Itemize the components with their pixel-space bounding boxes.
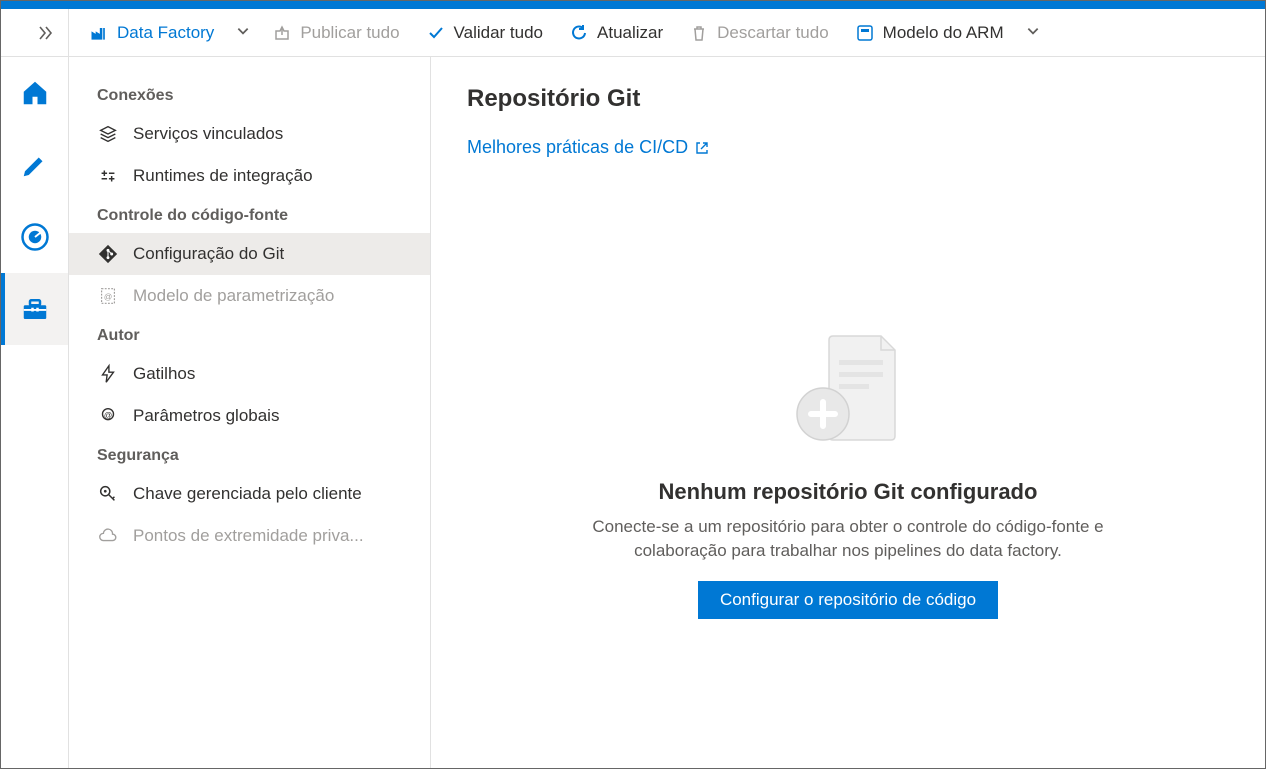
section-author: Autor <box>69 317 430 353</box>
configure-repo-button[interactable]: Configurar o repositório de código <box>698 581 998 619</box>
rail-home[interactable] <box>1 57 68 129</box>
nav-integration-runtimes[interactable]: Runtimes de integração <box>69 155 430 197</box>
arm-template-caret[interactable] <box>1020 18 1046 47</box>
link-text: Melhores práticas de CI/CD <box>467 137 688 158</box>
nav-label: Runtimes de integração <box>133 166 313 186</box>
nav-triggers[interactable]: Gatilhos <box>69 353 430 395</box>
refresh-button[interactable]: Atualizar <box>559 17 673 49</box>
publish-icon <box>272 23 292 43</box>
toolbar: Data Factory Publicar tudo Validar tudo … <box>69 9 1265 57</box>
nav-cmk[interactable]: Chave gerenciada pelo cliente <box>69 473 430 515</box>
global-params-icon: @ <box>97 405 119 427</box>
rail-author[interactable] <box>1 129 68 201</box>
chevron-down-icon <box>1026 24 1040 38</box>
section-source-control: Controle do código-fonte <box>69 197 430 233</box>
linked-services-icon <box>97 123 119 145</box>
nav-label: Gatilhos <box>133 364 195 384</box>
factory-icon <box>89 23 109 43</box>
cloud-icon <box>97 525 119 547</box>
content-main: Repositório Git Melhores práticas de CI/… <box>431 57 1265 768</box>
toolbox-icon <box>20 294 50 324</box>
chevron-double-right-icon <box>38 25 54 41</box>
check-icon <box>426 23 446 43</box>
arm-template-button[interactable]: Modelo do ARM <box>845 17 1014 49</box>
data-factory-caret[interactable] <box>230 18 256 47</box>
expand-rail-button[interactable] <box>1 9 68 57</box>
empty-state: Nenhum repositório Git configurado Conec… <box>467 318 1229 619</box>
side-panel: Conexões Serviços vinculados Runtimes de… <box>69 57 431 768</box>
arm-template-label: Modelo do ARM <box>883 23 1004 43</box>
nav-label: Pontos de extremidade priva... <box>133 526 364 546</box>
refresh-label: Atualizar <box>597 23 663 43</box>
arm-icon <box>855 23 875 43</box>
nav-private-endpoints: Pontos de extremidade priva... <box>69 515 430 557</box>
nav-global-params[interactable]: @ Parâmetros globais <box>69 395 430 437</box>
publish-all-button: Publicar tudo <box>262 17 409 49</box>
empty-state-icon <box>773 318 923 461</box>
key-icon <box>97 483 119 505</box>
svg-text:@: @ <box>104 293 112 302</box>
chevron-down-icon <box>236 24 250 38</box>
rail-monitor[interactable] <box>1 201 68 273</box>
git-icon <box>97 243 119 265</box>
rail-manage[interactable] <box>1 273 68 345</box>
discard-all-label: Descartar tudo <box>717 23 829 43</box>
validate-all-button[interactable]: Validar tudo <box>416 17 553 49</box>
svg-text:@: @ <box>104 411 112 420</box>
pencil-icon <box>20 150 50 180</box>
home-icon <box>20 78 50 108</box>
nav-git-config[interactable]: Configuração do Git <box>69 233 430 275</box>
integration-runtime-icon <box>97 165 119 187</box>
nav-linked-services[interactable]: Serviços vinculados <box>69 113 430 155</box>
nav-label: Parâmetros globais <box>133 406 279 426</box>
left-rail <box>1 9 69 768</box>
empty-state-title: Nenhum repositório Git configurado <box>659 479 1038 505</box>
nav-label: Configuração do Git <box>133 244 284 264</box>
nav-param-template: @ Modelo de parametrização <box>69 275 430 317</box>
discard-all-button: Descartar tudo <box>679 17 839 49</box>
param-template-icon: @ <box>97 285 119 307</box>
refresh-icon <box>569 23 589 43</box>
page-title: Repositório Git <box>467 85 1229 113</box>
gauge-icon <box>20 222 50 252</box>
section-connections: Conexões <box>69 77 430 113</box>
external-link-icon <box>694 140 710 156</box>
section-security: Segurança <box>69 437 430 473</box>
trigger-icon <box>97 363 119 385</box>
data-factory-dropdown[interactable]: Data Factory <box>79 17 224 49</box>
nav-label: Modelo de parametrização <box>133 286 334 306</box>
nav-label: Serviços vinculados <box>133 124 283 144</box>
data-factory-label: Data Factory <box>117 23 214 43</box>
publish-all-label: Publicar tudo <box>300 23 399 43</box>
empty-state-description: Conecte-se a um repositório para obter o… <box>568 515 1128 563</box>
window-topbar <box>1 1 1265 9</box>
validate-all-label: Validar tudo <box>454 23 543 43</box>
trash-icon <box>689 23 709 43</box>
nav-label: Chave gerenciada pelo cliente <box>133 484 362 504</box>
best-practices-link[interactable]: Melhores práticas de CI/CD <box>467 137 710 158</box>
